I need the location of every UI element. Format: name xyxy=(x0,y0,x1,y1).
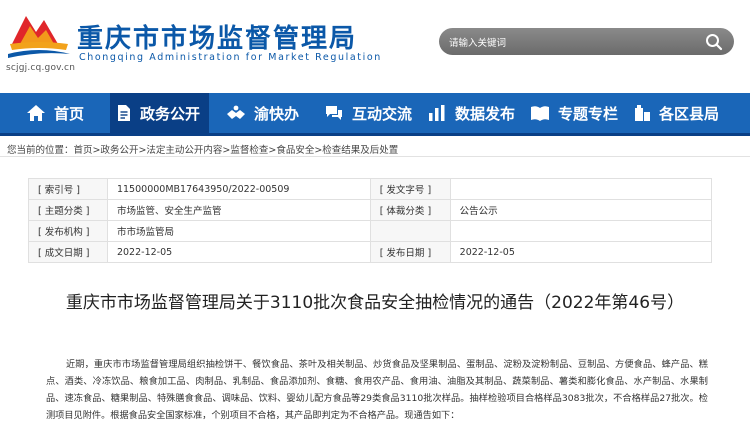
meta-label-created: [ 成文日期 ] xyxy=(28,241,108,263)
meta-value-created: 2022-12-05 xyxy=(106,241,371,263)
article-body: 近期，重庆市市场监督管理局组织抽检饼干、餐饮食品、茶叶及相关制品、炒货食品及坚果… xyxy=(46,359,708,421)
site-subtitle: Chongqing Administration for Market Regu… xyxy=(79,52,382,63)
table-row: [ 发布机构 ] 市市场监管局 xyxy=(28,220,713,242)
book-icon xyxy=(531,106,549,121)
table-row: [ 主题分类 ] 市场监管、安全生产监管 [ 体裁分类 ] 公告公示 xyxy=(28,199,713,221)
table-row: [ 成文日期 ] 2022-12-05 [ 发布日期 ] 2022-12-05 xyxy=(28,241,713,263)
bar-chart-icon xyxy=(429,105,445,121)
nav-item-label: 专题专栏 xyxy=(558,104,619,123)
logo-icon[interactable] xyxy=(6,10,72,62)
document-meta-table: [ 索引号 ] 11500000MB17643950/2022-00509 [ … xyxy=(28,178,713,263)
nav-item-label: 互动交流 xyxy=(352,104,413,123)
search-icon[interactable] xyxy=(705,33,723,51)
meta-label-genre: [ 体裁分类 ] xyxy=(369,199,451,221)
table-row: [ 索引号 ] 11500000MB17643950/2022-00509 [ … xyxy=(28,178,713,200)
meta-label-theme: [ 主题分类 ] xyxy=(28,199,108,221)
meta-value-index: 11500000MB17643950/2022-00509 xyxy=(106,178,371,200)
meta-label-published: [ 发布日期 ] xyxy=(369,241,451,263)
nav-item-label: 首页 xyxy=(54,104,85,123)
nav-underline xyxy=(0,133,750,136)
article-title: 重庆市市场监督管理局关于3110批次食品安全抽检情况的通告（2022年第46号） xyxy=(65,293,685,313)
building-icon xyxy=(635,105,650,121)
meta-label-empty xyxy=(369,220,451,242)
site-domain: scjgj.cq.gov.cn xyxy=(6,63,76,73)
site-header: scjgj.cq.gov.cn 重庆市市场监督管理局 Chongqing Adm… xyxy=(0,0,750,92)
nav-item-special[interactable]: 专题专栏 xyxy=(530,93,618,133)
nav-item-label: 各区县局 xyxy=(659,104,720,123)
breadcrumb[interactable]: 您当前的位置：首页>政务公开>法定主动公开内容>监督检查>食品安全>检查结果及后… xyxy=(7,142,398,156)
nav-item-gov-affairs[interactable]: 政务公开 xyxy=(110,93,209,133)
nav-item-interaction[interactable]: 互动交流 xyxy=(324,93,412,133)
home-icon xyxy=(27,105,45,121)
nav-item-yukuaiban[interactable]: 渝快办 xyxy=(226,93,299,133)
nav-item-label: 渝快办 xyxy=(254,104,300,123)
meta-value-theme: 市场监管、安全生产监管 xyxy=(106,199,371,221)
meta-label-index: [ 索引号 ] xyxy=(28,178,108,200)
hands-icon xyxy=(227,105,245,119)
meta-value-issuer: 市市场监管局 xyxy=(106,220,371,242)
chat-icon xyxy=(326,106,342,120)
nav-item-label: 数据发布 xyxy=(455,104,516,123)
nav-item-home[interactable]: 首页 xyxy=(26,93,84,133)
meta-label-issuer: [ 发布机构 ] xyxy=(28,220,108,242)
meta-value-empty xyxy=(449,220,713,242)
document-icon xyxy=(118,105,130,121)
meta-value-genre: 公告公示 xyxy=(449,199,713,221)
search-input[interactable]: 请输入关键词 xyxy=(439,28,734,55)
nav-item-data[interactable]: 数据发布 xyxy=(427,93,515,133)
meta-label-doc-no: [ 发文字号 ] xyxy=(369,178,451,200)
nav-item-districts[interactable]: 各区县局 xyxy=(633,93,719,133)
meta-value-doc-no xyxy=(449,178,713,200)
meta-value-published: 2022-12-05 xyxy=(449,241,713,263)
nav-item-label: 政务公开 xyxy=(140,104,201,123)
main-nav: 首页 政务公开 渝快办 互动交流 数据发布 专题专栏 各区县局 xyxy=(0,93,750,133)
divider xyxy=(0,156,750,157)
site-title: 重庆市市场监督管理局 xyxy=(77,24,358,54)
search-placeholder: 请输入关键词 xyxy=(449,38,507,49)
